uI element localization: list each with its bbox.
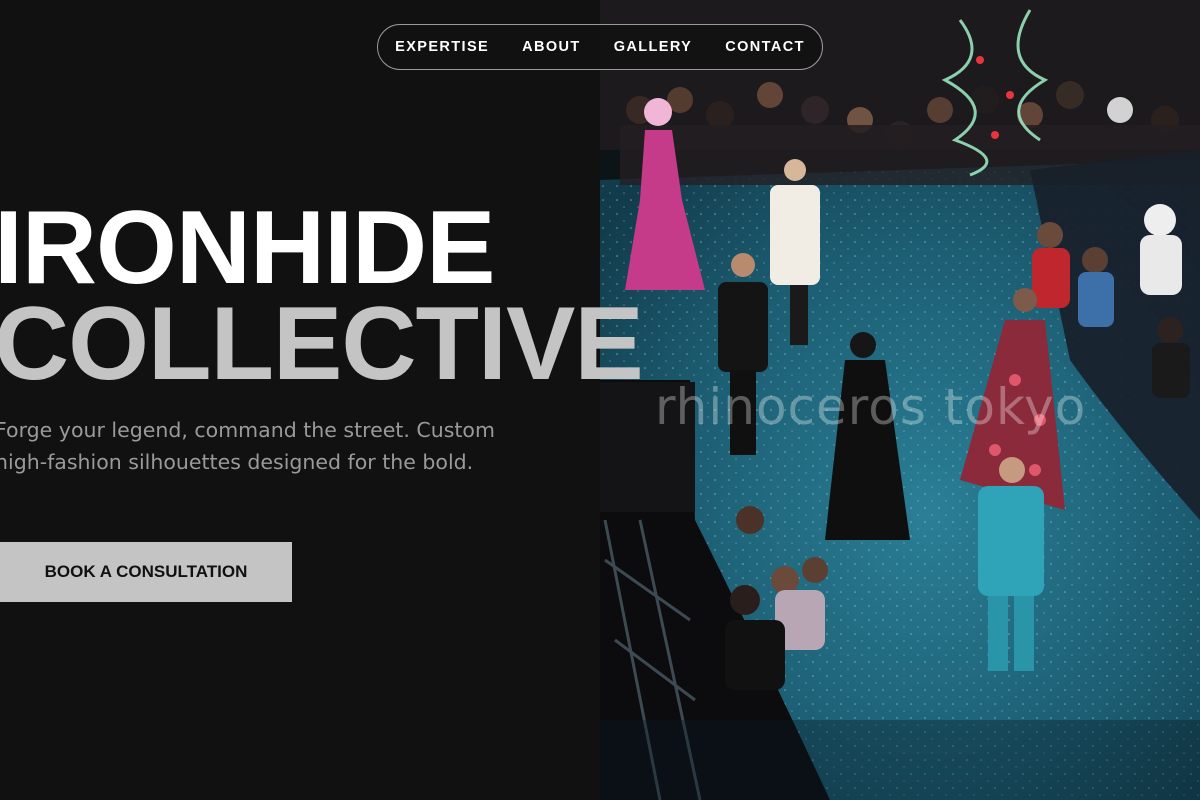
book-consultation-button[interactable]: BOOK A CONSULTATION <box>0 542 292 602</box>
nav-item-gallery[interactable]: GALLERY <box>614 39 693 55</box>
landing-page: rhinoceros tokyo IRONHIDE Forge your leg… <box>0 0 1200 800</box>
hero-title-line-2: COLLECTIVE <box>0 286 644 402</box>
main-nav: EXPERTISE ABOUT GALLERY CONTACT <box>377 24 823 70</box>
photo-watermark: rhinoceros tokyo <box>655 378 1087 436</box>
nav-item-expertise[interactable]: EXPERTISE <box>395 39 489 55</box>
hero-subtitle: Forge your legend, command the street. C… <box>0 418 495 474</box>
nav-item-about[interactable]: ABOUT <box>522 39 581 55</box>
runway-photo: rhinoceros tokyo <box>600 0 1200 800</box>
nav-item-contact[interactable]: CONTACT <box>725 39 805 55</box>
hero-title-line-1: IRONHIDE <box>0 190 495 306</box>
